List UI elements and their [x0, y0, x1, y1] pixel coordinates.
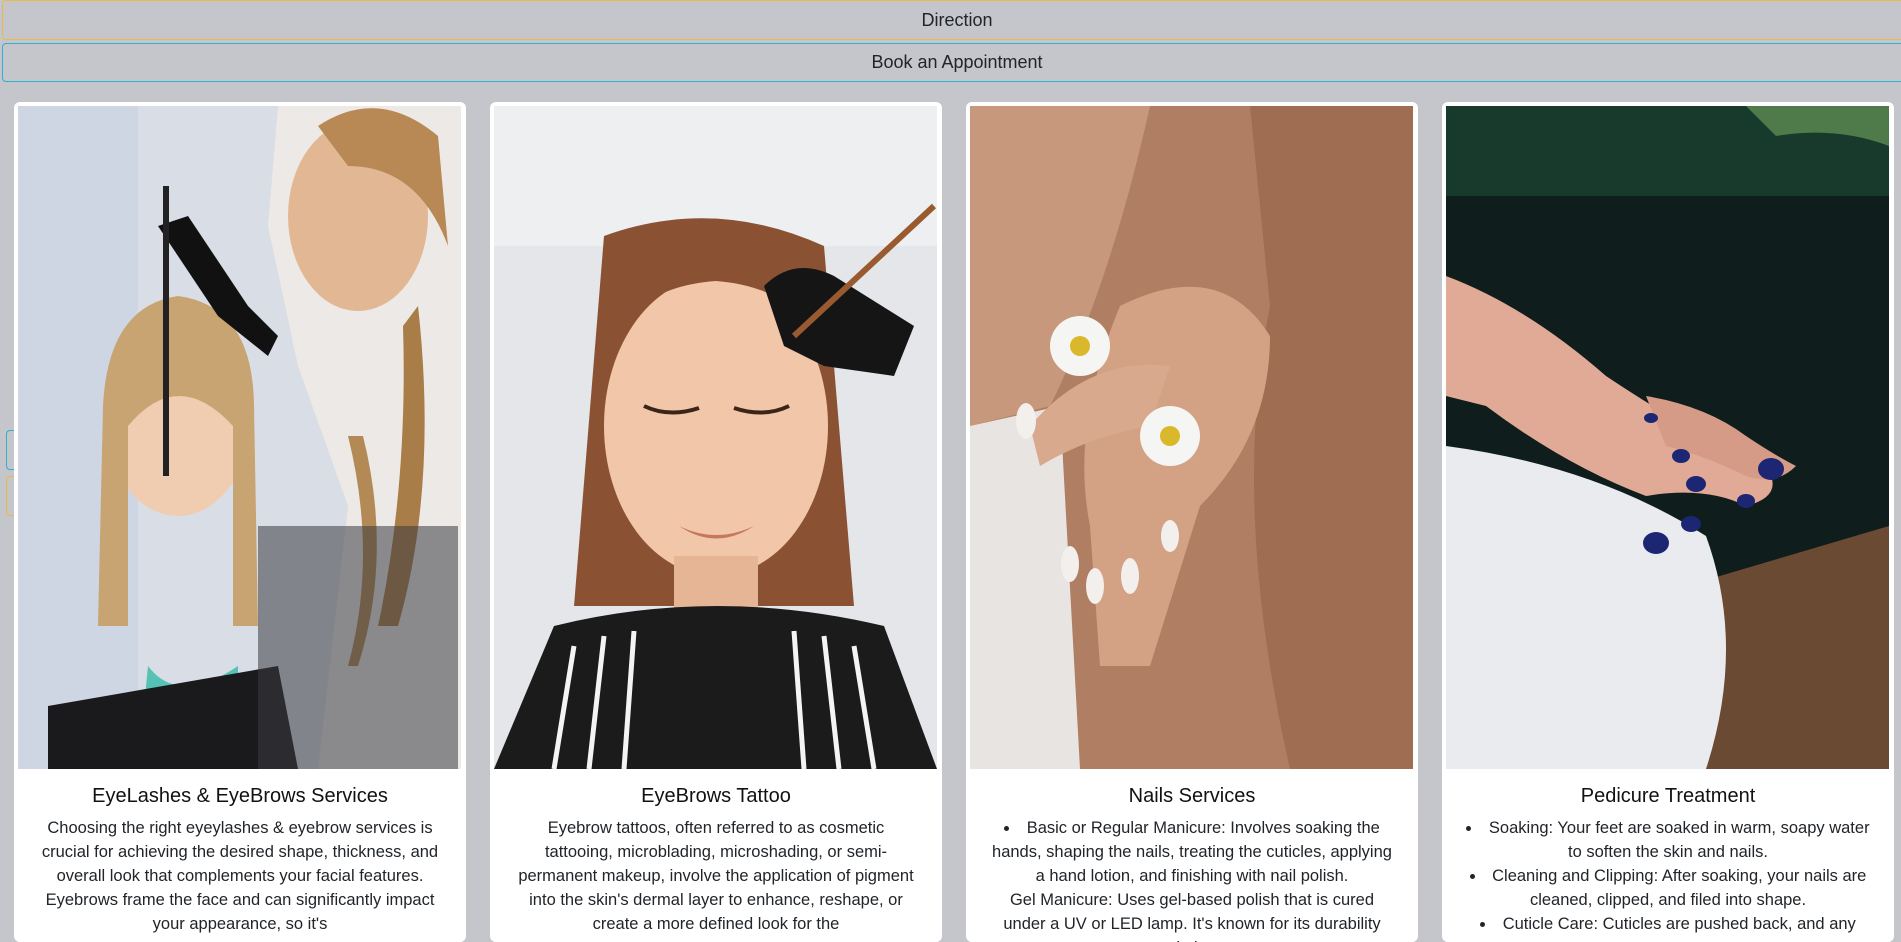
- list-item: Basic or Regular Manicure: Involves soak…: [988, 816, 1396, 888]
- card-description: Eyebrow tattoos, often referred to as co…: [518, 819, 914, 933]
- pedicure-steps-list: Soaking: Your feet are soaked in warm, s…: [1446, 816, 1890, 936]
- card-title: Pedicure Treatment: [1580, 785, 1756, 807]
- service-card-nails[interactable]: Nails Services Basic or Regular Manicure…: [966, 102, 1418, 942]
- service-card-eyelashes[interactable]: EyeLashes & EyeBrows Services Choosing t…: [14, 102, 466, 942]
- list-item: Gel Manicure: Uses gel-based polish that…: [1003, 891, 1381, 942]
- service-card-eyebrows-tattoo[interactable]: EyeBrows Tattoo Eyebrow tattoos, often r…: [490, 102, 942, 942]
- direction-label: Direction: [921, 9, 993, 30]
- direction-button[interactable]: Direction: [2, 0, 1901, 40]
- manicure-daisy-photo: [970, 106, 1413, 769]
- list-item: Cleaning and Clipping: After soaking, yo…: [1464, 864, 1872, 912]
- pedicure-photo: [1446, 106, 1889, 769]
- eyebrow-stylist-photo: [18, 106, 461, 769]
- eyebrow-tattoo-photo: [494, 106, 937, 769]
- list-item: Soaking: Your feet are soaked in warm, s…: [1464, 816, 1872, 864]
- card-title: EyeBrows Tattoo: [641, 785, 791, 807]
- card-title: EyeLashes & EyeBrows Services: [92, 785, 388, 807]
- card-description: Choosing the right eyeylashes & eyebrow …: [41, 819, 439, 933]
- book-appointment-label: Book an Appointment: [871, 52, 1043, 72]
- nails-service-list: Basic or Regular Manicure: Involves soak…: [970, 816, 1414, 942]
- card-title: Nails Services: [1128, 785, 1256, 807]
- service-card-pedicure[interactable]: Pedicure Treatment Soaking: Your feet ar…: [1442, 102, 1894, 942]
- book-appointment-button[interactable]: Book an Appointment: [2, 43, 1901, 82]
- list-item: Cuticle Care: Cuticles are pushed back, …: [1464, 912, 1872, 936]
